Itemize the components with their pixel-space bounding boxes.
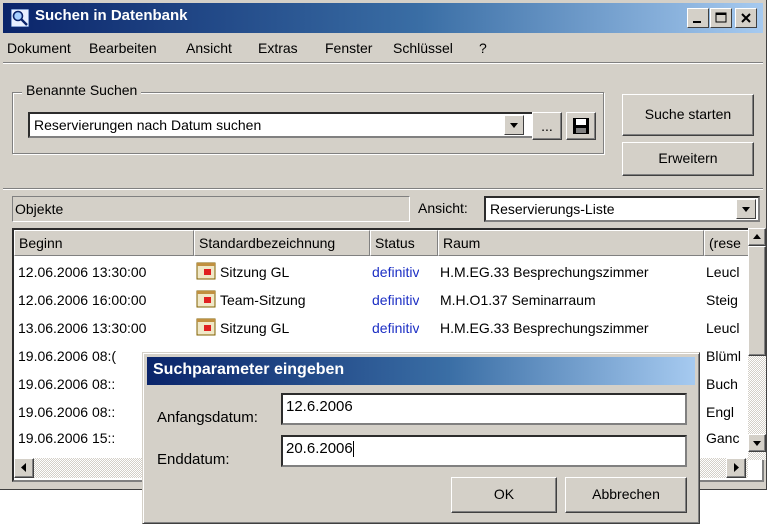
scroll-up-button[interactable] <box>748 228 766 246</box>
cell-reserved: Engl <box>706 404 735 420</box>
end-date-label: Enddatum: <box>157 451 230 468</box>
cell-reserved: Buch <box>706 376 738 392</box>
cell-status: definitiv <box>372 264 420 280</box>
cancel-button[interactable]: Abbrechen <box>565 477 687 513</box>
start-search-button[interactable]: Suche starten <box>622 94 754 136</box>
menu-fenster[interactable]: Fenster <box>325 40 372 56</box>
cell-beginn: 12.06.2006 16:00:00 <box>18 292 147 308</box>
title-bar[interactable]: Suchen in Datenbank <box>3 3 763 33</box>
cell-beginn: 19.06.2006 08:: <box>18 376 116 392</box>
cell-status: definitiv <box>372 320 420 336</box>
close-button[interactable] <box>735 8 757 28</box>
arrow-left-icon <box>21 463 26 472</box>
start-date-input[interactable]: 12.6.2006 <box>281 393 687 425</box>
cell-beginn: 19.06.2006 15:: <box>18 430 116 446</box>
end-date-input[interactable]: 20.6.2006 <box>281 435 687 467</box>
menu-dokument[interactable]: Dokument <box>7 40 71 56</box>
cell-raum: H.M.EG.33 Besprechungszimmer <box>440 264 649 280</box>
cell-bezeichnung: Sitzung GL <box>220 264 290 280</box>
end-date-value: 20.6.2006 <box>286 440 353 457</box>
maximize-button[interactable] <box>710 8 732 28</box>
text-cursor <box>352 441 354 458</box>
dialog-title-bar[interactable]: Suchparameter eingeben <box>147 357 695 385</box>
search-parameter-dialog: Suchparameter eingeben Anfangsdatum: 12.… <box>142 352 700 524</box>
scroll-left-button[interactable] <box>14 458 34 478</box>
view-select[interactable]: Reservierungs-Liste <box>484 196 760 222</box>
minimize-button[interactable] <box>687 8 709 28</box>
appointment-icon <box>196 262 216 280</box>
window-title: Suchen in Datenbank <box>35 7 188 24</box>
cell-raum: H.M.EG.33 Besprechungszimmer <box>440 320 649 336</box>
view-label: Ansicht: <box>418 200 468 216</box>
chevron-down-icon <box>742 207 750 212</box>
cell-reserved: Leucl <box>706 320 740 336</box>
menu-schluessel[interactable]: Schlüssel <box>393 40 453 56</box>
view-dropdown-button[interactable] <box>736 199 756 219</box>
save-search-button[interactable] <box>566 112 596 140</box>
table-row[interactable]: 13.06.2006 13:30:00 Sitzung GL definitiv… <box>14 314 744 342</box>
cell-status: definitiv <box>372 292 420 308</box>
arrow-right-icon <box>734 463 739 472</box>
browse-button[interactable]: ... <box>532 112 562 140</box>
table-row[interactable]: 12.06.2006 16:00:00 Team-Sitzung definit… <box>14 286 744 314</box>
scroll-thumb[interactable] <box>748 246 766 356</box>
column-header-standardbezeichnung[interactable]: Standardbezeichnung <box>194 230 370 256</box>
cell-reserved: Ganc <box>706 430 740 446</box>
vertical-scrollbar[interactable] <box>748 228 766 460</box>
chevron-down-icon <box>510 123 518 128</box>
column-header-beginn[interactable]: Beginn <box>14 230 194 256</box>
column-header-raum[interactable]: Raum <box>438 230 704 256</box>
cell-beginn: 19.06.2006 08:: <box>18 404 116 420</box>
appointment-icon <box>196 290 216 308</box>
view-select-value: Reservierungs-Liste <box>490 201 615 217</box>
scroll-down-button[interactable] <box>748 434 766 452</box>
named-search-dropdown-button[interactable] <box>504 115 524 135</box>
appointment-icon <box>196 318 216 336</box>
column-header-status[interactable]: Status <box>370 230 438 256</box>
floppy-disk-icon <box>573 118 589 134</box>
cell-beginn: 13.06.2006 13:30:00 <box>18 320 147 336</box>
cell-reserved: Steig <box>706 292 738 308</box>
objects-label: Objekte <box>12 196 410 222</box>
menu-bar: Dokument Bearbeiten Ansicht Extras Fenst… <box>3 34 763 60</box>
named-search-value: Reservierungen nach Datum suchen <box>34 117 262 133</box>
arrow-down-icon <box>753 441 761 446</box>
menu-separator <box>3 62 763 64</box>
table-row[interactable]: 12.06.2006 13:30:00 Sitzung GL definitiv… <box>14 258 744 286</box>
menu-help[interactable]: ? <box>479 40 487 56</box>
menu-bearbeiten[interactable]: Bearbeiten <box>89 40 157 56</box>
search-app-icon <box>10 8 30 28</box>
extend-button[interactable]: Erweitern <box>622 142 754 176</box>
cell-raum: M.H.O1.37 Seminarraum <box>440 292 596 308</box>
scroll-right-button[interactable] <box>726 458 746 478</box>
named-searches-label: Benannte Suchen <box>22 82 142 98</box>
cell-bezeichnung: Sitzung GL <box>220 320 290 336</box>
ok-button[interactable]: OK <box>451 477 557 513</box>
cell-beginn: 19.06.2006 08:( <box>18 348 117 364</box>
cell-bezeichnung: Team-Sitzung <box>220 292 306 308</box>
menu-ansicht[interactable]: Ansicht <box>186 40 232 56</box>
arrow-up-icon <box>753 234 761 239</box>
dialog-title: Suchparameter eingeben <box>153 361 345 378</box>
cell-reserved: Leucl <box>706 264 740 280</box>
named-search-select[interactable]: Reservierungen nach Datum suchen <box>28 112 558 138</box>
menu-extras[interactable]: Extras <box>258 40 298 56</box>
column-header-reserved[interactable]: (rese <box>704 230 754 256</box>
cell-reserved: Blüml <box>706 348 742 364</box>
section-separator <box>3 188 763 190</box>
cell-beginn: 12.06.2006 13:30:00 <box>18 264 147 280</box>
start-date-label: Anfangsdatum: <box>157 409 258 426</box>
